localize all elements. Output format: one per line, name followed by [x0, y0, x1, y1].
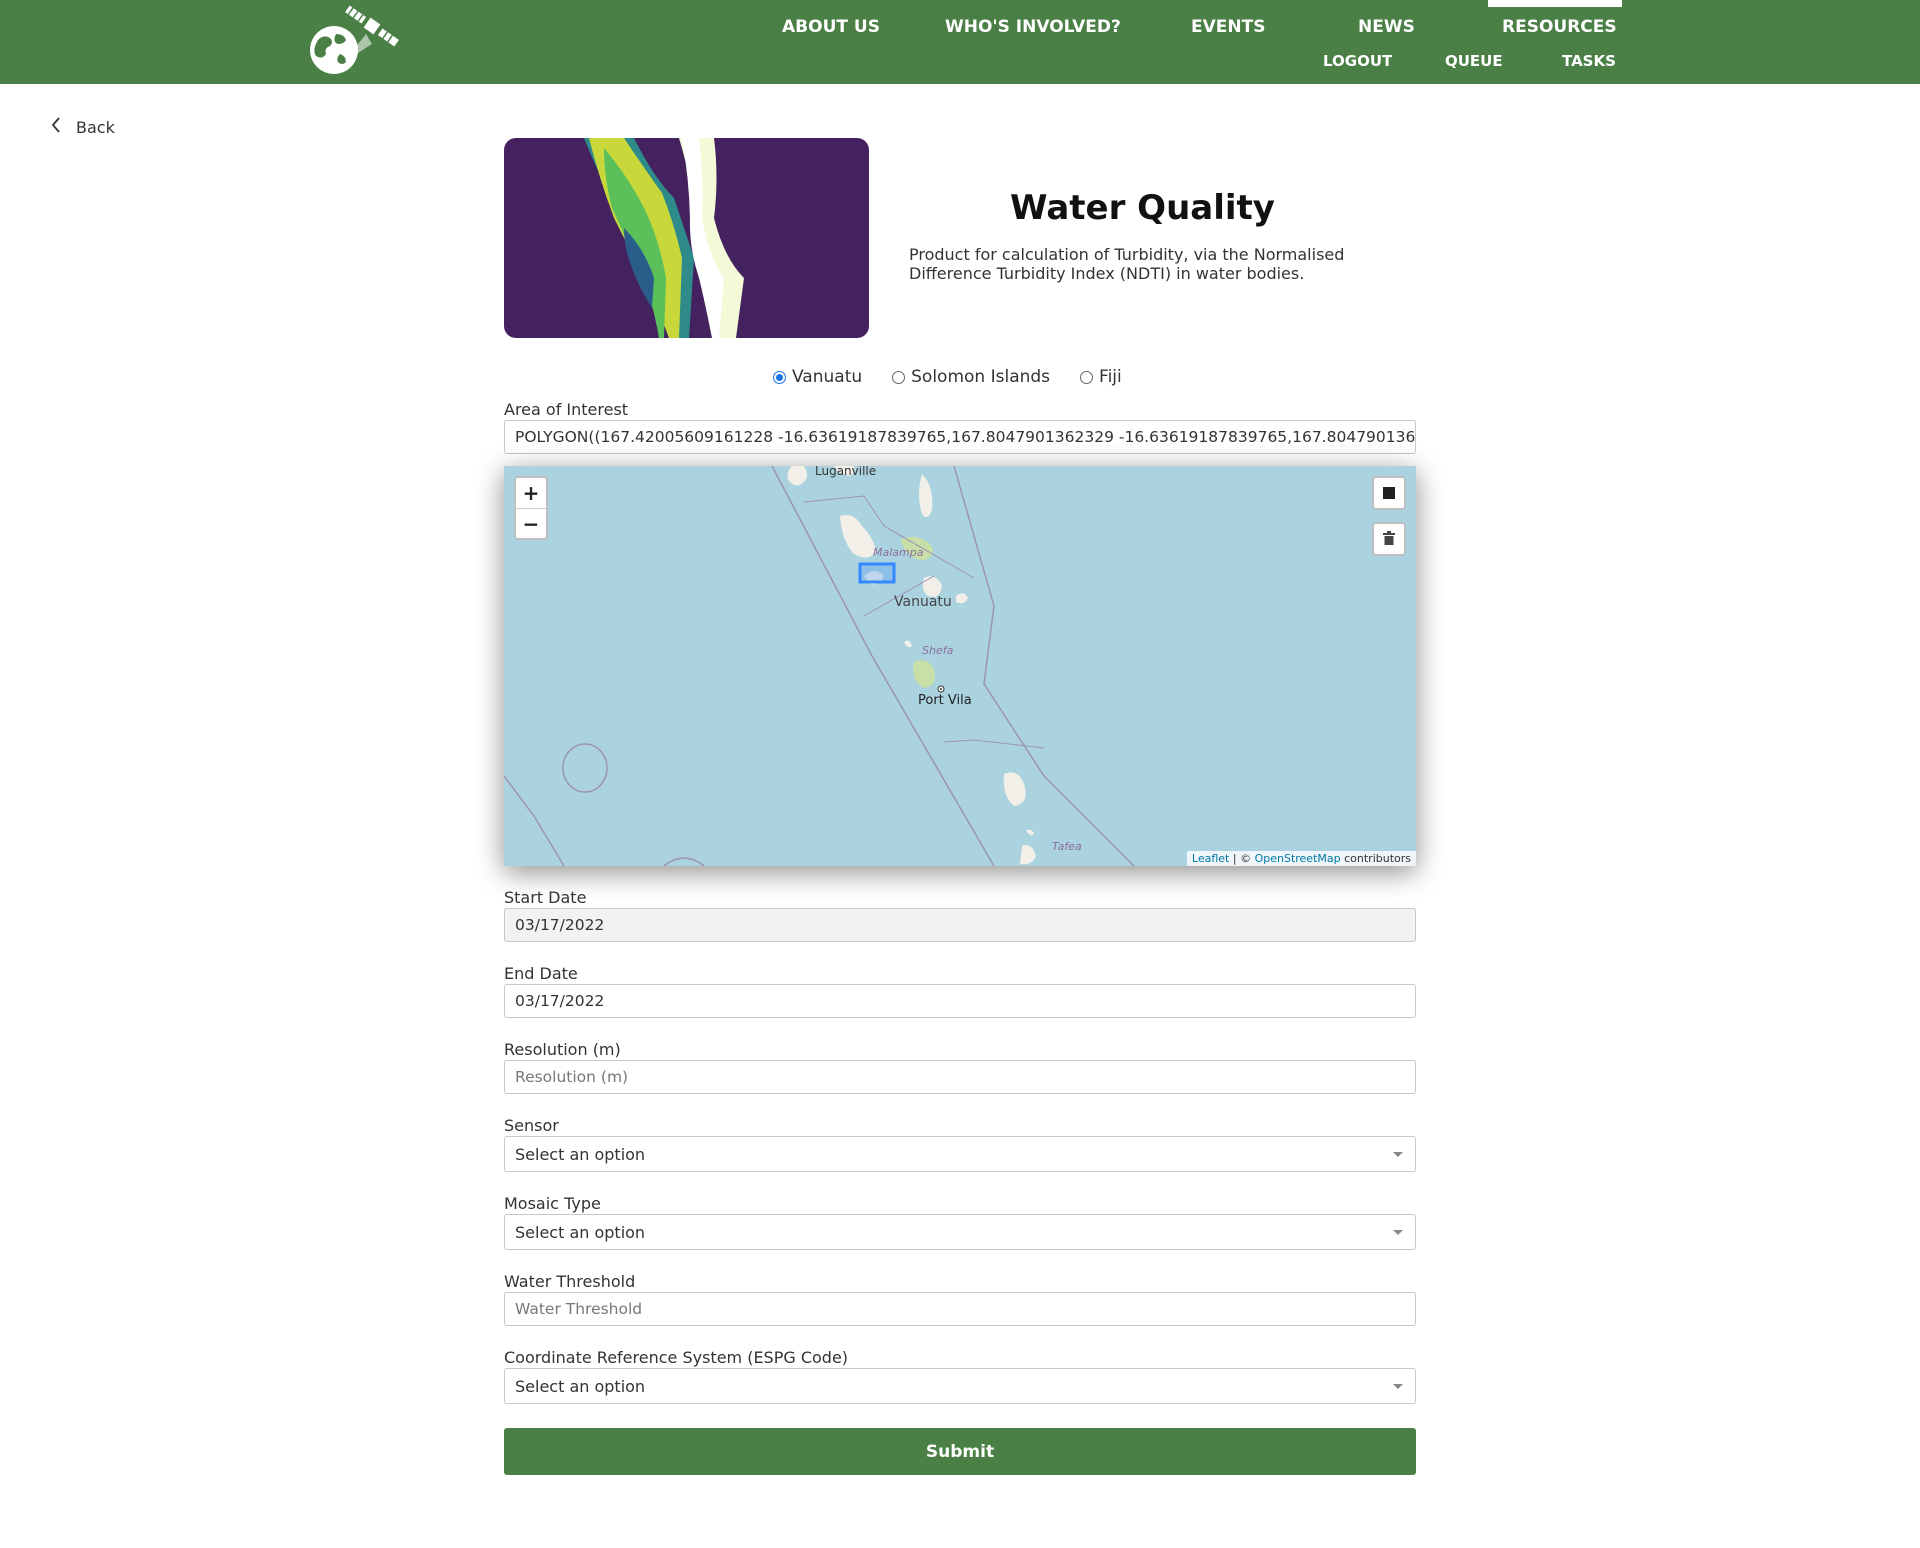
product-thumbnail — [504, 138, 869, 338]
product-description: Product for calculation of Turbidity, vi… — [909, 245, 1345, 283]
radio-unchecked-icon[interactable] — [892, 370, 906, 384]
radio-label: Fiji — [1099, 367, 1122, 387]
radio-solomon-islands[interactable]: Solomon Islands — [892, 367, 1050, 387]
aoi-map[interactable]: Luganville Malampa Vanuatu Shefa Port Vi… — [504, 466, 1416, 866]
trash-icon — [1383, 530, 1395, 549]
end-date-label: End Date — [504, 964, 578, 983]
map-label-tafea: Tafea — [1052, 840, 1082, 853]
nav-whos-involved[interactable]: WHO'S INVOLVED? — [945, 17, 1121, 37]
radio-vanuatu[interactable]: Vanuatu — [773, 367, 862, 387]
nav-news[interactable]: NEWS — [1358, 17, 1415, 37]
nav-tasks[interactable]: TASKS — [1562, 52, 1616, 70]
end-date-input[interactable]: 03/17/2022 — [504, 984, 1416, 1018]
nav-logout[interactable]: LOGOUT — [1323, 52, 1392, 70]
delete-shape-button[interactable] — [1372, 522, 1406, 556]
back-label: Back — [76, 117, 115, 137]
resolution-input[interactable]: Resolution (m) — [504, 1060, 1416, 1094]
page-title: Water Quality — [1010, 188, 1275, 228]
map-label-shefa: Shefa — [922, 644, 954, 657]
crs-label: Coordinate Reference System (ESPG Code) — [504, 1348, 849, 1367]
chevron-down-icon — [1393, 1384, 1403, 1389]
start-date-input[interactable]: 03/17/2022 — [504, 908, 1416, 942]
mosaic-select-value: Select an option — [515, 1222, 646, 1242]
radio-checked-icon[interactable] — [773, 370, 786, 384]
draw-rectangle-button[interactable] — [1372, 476, 1406, 510]
resolution-label: Resolution (m) — [504, 1040, 621, 1059]
mosaic-type-select[interactable]: Select an option — [504, 1214, 1416, 1250]
country-radio-group: Vanuatu Solomon Islands Fiji — [773, 367, 1122, 387]
chevron-down-icon — [1393, 1152, 1403, 1157]
crs-select-value: Select an option — [515, 1376, 646, 1396]
map-label-malampa: Malampa — [873, 546, 924, 559]
aoi-input[interactable]: POLYGON((167.42005609161228 -16.63619187… — [504, 420, 1416, 454]
top-navbar: ABOUT US WHO'S INVOLVED? EVENTS NEWS RES… — [0, 0, 1920, 84]
submit-button[interactable]: Submit — [504, 1428, 1416, 1475]
map-label-luganville: Luganville — [815, 466, 877, 478]
attribution-suffix: contributors — [1340, 852, 1411, 865]
radio-unchecked-icon[interactable] — [1080, 370, 1094, 384]
sensor-select[interactable]: Select an option — [504, 1136, 1416, 1172]
chevron-down-icon — [1393, 1230, 1403, 1235]
map-label-port-vila: Port Vila — [918, 693, 972, 708]
aoi-label: Area of Interest — [504, 400, 629, 419]
zoom-in-button[interactable]: + — [516, 478, 546, 508]
map-tiles — [504, 466, 1416, 866]
sensor-label: Sensor — [504, 1116, 559, 1135]
osm-link[interactable]: OpenStreetMap — [1255, 852, 1341, 865]
zoom-out-button[interactable]: − — [516, 508, 546, 538]
radio-label: Vanuatu — [792, 367, 863, 387]
nav-active-indicator — [1488, 0, 1622, 7]
nav-events[interactable]: EVENTS — [1191, 17, 1265, 37]
nav-resources[interactable]: RESOURCES — [1502, 17, 1617, 37]
map-attribution: Leaflet | © OpenStreetMap contributors — [1186, 851, 1416, 866]
sensor-select-value: Select an option — [515, 1144, 646, 1164]
crs-select[interactable]: Select an option — [504, 1368, 1416, 1404]
nav-about-us[interactable]: ABOUT US — [782, 17, 880, 37]
nav-queue[interactable]: QUEUE — [1445, 52, 1503, 70]
attribution-sep: | © — [1229, 852, 1255, 865]
start-date-label: Start Date — [504, 888, 587, 907]
zoom-control: + − — [514, 476, 548, 540]
map-label-vanuatu: Vanuatu — [894, 594, 952, 610]
leaflet-link[interactable]: Leaflet — [1192, 852, 1229, 865]
radio-label: Solomon Islands — [911, 367, 1051, 387]
back-link[interactable]: Back — [50, 116, 115, 138]
chevron-left-icon — [50, 116, 62, 138]
water-threshold-label: Water Threshold — [504, 1272, 636, 1291]
mosaic-type-label: Mosaic Type — [504, 1194, 601, 1213]
globe-satellite-logo[interactable] — [296, 4, 400, 78]
water-threshold-input[interactable]: Water Threshold — [504, 1292, 1416, 1326]
radio-fiji[interactable]: Fiji — [1080, 367, 1122, 387]
square-icon — [1383, 484, 1395, 503]
